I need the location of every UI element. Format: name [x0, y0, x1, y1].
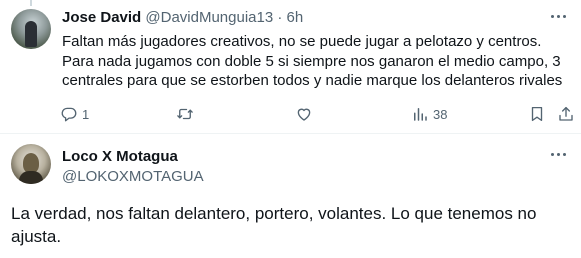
separator: · — [277, 9, 283, 26]
main-tweet-text: La verdad, nos faltan delantero, portero… — [11, 204, 537, 246]
views-count: 38 — [433, 106, 448, 122]
author-handle[interactable]: @DavidMunguia13 — [145, 9, 273, 26]
thread-connector — [30, 0, 32, 6]
main-author-handle[interactable]: @LOKOXMOTAGUA — [62, 168, 204, 186]
divider — [0, 133, 581, 134]
timestamp[interactable]: 6h — [287, 9, 304, 26]
reply-button[interactable]: 1 — [60, 103, 89, 125]
bookmark-button[interactable] — [528, 103, 546, 125]
views-button[interactable]: 38 — [411, 103, 447, 125]
retweet-icon — [177, 108, 193, 120]
reply-text: Faltan más jugadores creativos, no se pu… — [62, 33, 563, 89]
reply-tweet[interactable]: Jose David @DavidMunguia13 · 6h Faltan m… — [0, 0, 581, 134]
avatar[interactable] — [11, 9, 51, 49]
reply-header: Jose David @DavidMunguia13 · 6h — [62, 9, 303, 27]
main-avatar[interactable] — [11, 144, 51, 184]
author-name[interactable]: Jose David — [62, 9, 141, 26]
share-icon — [559, 106, 573, 121]
more-icon[interactable] — [547, 8, 569, 24]
reply-count: 1 — [82, 106, 90, 122]
reply-icon — [61, 107, 77, 122]
tweet-thread: Jose David @DavidMunguia13 · 6h Faltan m… — [0, 0, 581, 258]
main-author-name[interactable]: Loco X Motagua — [62, 148, 178, 166]
bookmark-icon — [531, 106, 543, 122]
like-button[interactable] — [295, 103, 317, 125]
views-icon — [414, 108, 427, 121]
retweet-button[interactable] — [176, 103, 198, 125]
heart-icon — [297, 108, 311, 121]
more-icon[interactable] — [547, 146, 569, 162]
share-button[interactable] — [557, 103, 575, 125]
action-bar: 1 38 — [0, 103, 581, 125]
